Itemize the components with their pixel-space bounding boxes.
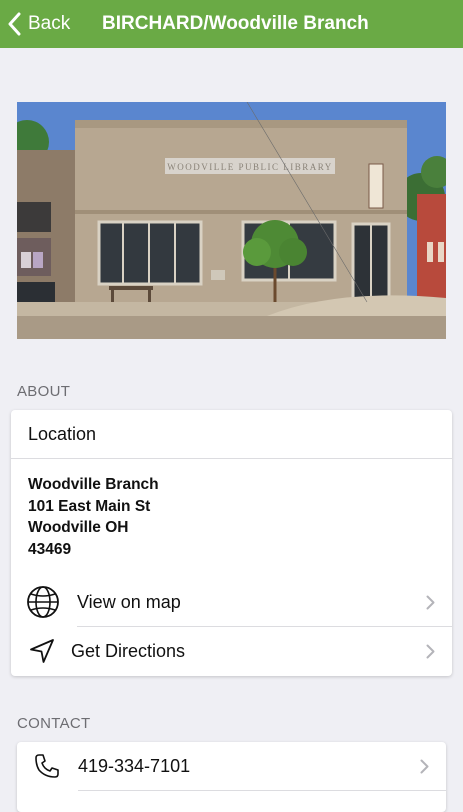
view-on-map-row[interactable]: View on map [11, 578, 452, 626]
address-line-zip: 43469 [28, 540, 72, 558]
location-card-title: Location [28, 424, 97, 444]
address-line-name: Woodville Branch [28, 476, 159, 493]
library-sign: WOODVILLE PUBLIC LIBRARY [167, 162, 333, 172]
about-section-header: ABOUT [17, 383, 71, 400]
view-on-map-label: View on map [77, 592, 181, 612]
address-line-street: 101 East Main St [28, 497, 151, 515]
contact-section-header: CONTACT [17, 715, 91, 732]
chevron-right-icon [426, 578, 435, 626]
address-block: Woodville Branch 101 East Main St Woodvi… [28, 474, 159, 560]
back-label: Back [28, 13, 71, 34]
phone-row[interactable]: 419-334-7101 [17, 742, 446, 790]
globe-icon [26, 578, 60, 626]
divider [78, 790, 446, 791]
phone-icon [33, 742, 61, 790]
get-directions-label: Get Directions [71, 641, 186, 661]
chevron-right-icon [426, 627, 435, 675]
navigation-bar: Back BIRCHARD/Woodville Branch [0, 0, 463, 48]
chevron-right-icon [420, 742, 429, 790]
page-title: BIRCHARD/Woodville Branch [102, 13, 369, 34]
back-button[interactable]: Back [8, 0, 70, 48]
location-card: Location Woodville Branch 101 East Main … [11, 410, 452, 676]
get-directions-row[interactable]: Get Directions [11, 627, 452, 675]
phone-number: 419-334-7101 [78, 756, 191, 776]
branch-photo: WOODVILLE PUBLIC LIBRARY [17, 102, 446, 339]
contact-card: 419-334-7101 [17, 742, 446, 812]
divider [11, 458, 452, 459]
address-line-city: Woodville OH [28, 519, 129, 536]
navigation-arrow-icon [28, 627, 56, 675]
chevron-left-icon [8, 12, 22, 36]
